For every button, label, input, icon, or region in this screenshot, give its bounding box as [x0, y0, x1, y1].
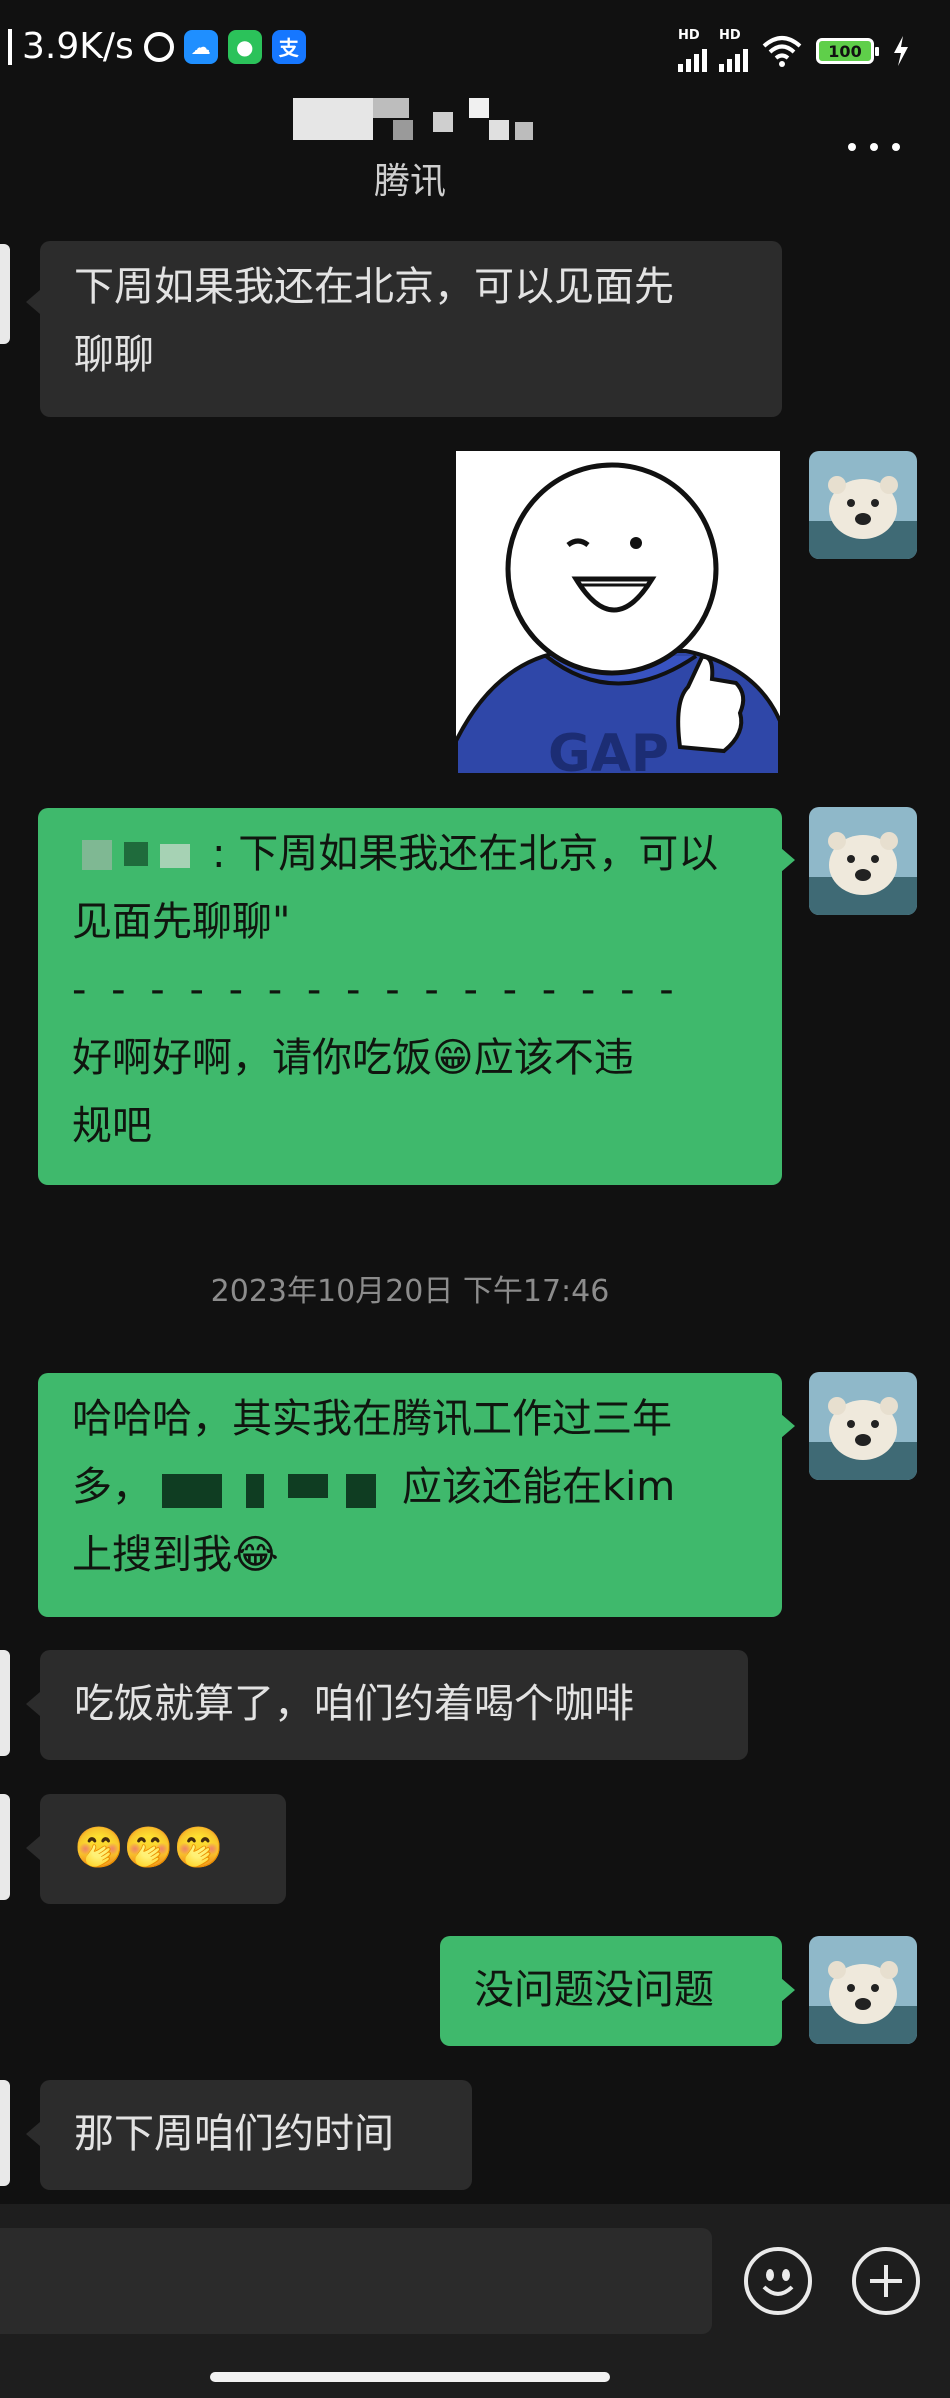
battery-level: 100 — [828, 41, 862, 61]
bubble-tail — [26, 290, 40, 314]
message-bubble-incoming[interactable]: 🤭🤭🤭 — [40, 1794, 286, 1904]
signal-bars-icon — [678, 42, 707, 72]
polar-bear-avatar-icon — [809, 807, 917, 915]
emoji-smile-icon — [762, 2269, 794, 2296]
redacted-text-blurred — [162, 1464, 392, 1510]
quote-line: : 下周如果我还在北京，可以 — [72, 820, 748, 888]
sticker-message[interactable]: GAP — [456, 451, 780, 775]
signal-2: HD — [719, 28, 748, 72]
message-bubble-incoming[interactable]: 下周如果我还在北京，可以见面先 聊聊 — [40, 241, 782, 417]
hd-label-1: HD — [678, 28, 700, 43]
bubble-tail — [26, 2122, 40, 2146]
reply-text: 好啊好啊，请你吃饭 — [72, 1035, 432, 1081]
alipay-icon: 支 — [271, 29, 306, 64]
bubble-tail — [781, 1978, 795, 2002]
my-avatar[interactable] — [809, 807, 917, 915]
network-speed: 3.9K/s — [22, 26, 134, 67]
message-text: 多， — [72, 1464, 152, 1510]
message-text: 应该还能在kim — [402, 1464, 676, 1510]
my-avatar[interactable] — [809, 451, 917, 559]
polar-bear-avatar-icon — [809, 1936, 917, 2044]
contact-avatar-edge[interactable] — [0, 2080, 10, 2186]
laughing-emoji: 😂 — [232, 1532, 279, 1578]
my-avatar[interactable] — [809, 1372, 917, 1480]
quote-divider: - - - - - - - - - - - - - - - - — [72, 967, 680, 1013]
status-bar-right: HD HD 100 — [678, 28, 910, 72]
more-options-icon[interactable] — [848, 136, 900, 158]
contact-avatar-edge[interactable] — [0, 244, 10, 344]
emoji-button[interactable] — [744, 2247, 812, 2315]
message-bubble-outgoing[interactable]: 没问题没问题 — [440, 1936, 782, 2046]
wechat-icon: ● — [227, 29, 262, 64]
battery-icon: 100 — [816, 38, 879, 64]
quoted-text-line2: 见面先聊聊" — [72, 899, 291, 945]
message-bubble-outgoing-quote[interactable]: : 下周如果我还在北京，可以 见面先聊聊" - - - - - - - - - … — [38, 808, 782, 1185]
polar-bear-avatar-icon — [809, 451, 917, 559]
plus-icon — [870, 2265, 902, 2297]
message-bubble-incoming[interactable]: 那下周咱们约时间 — [40, 2080, 472, 2190]
grin-emoji: 😁 — [432, 1035, 474, 1081]
bubble-tail — [26, 1836, 40, 1860]
home-indicator[interactable] — [210, 2372, 610, 2382]
contact-subtitle: 腾讯 — [373, 161, 446, 202]
bubble-tail — [781, 1414, 795, 1438]
status-bar-left: 3.9K/s ☁ ● 支 — [8, 26, 306, 67]
hd-label-2: HD — [719, 28, 741, 43]
contact-name-blurred — [293, 98, 533, 140]
bubble-tail — [781, 848, 795, 872]
my-avatar[interactable] — [809, 1936, 917, 2044]
message-text: 上搜到我 — [72, 1532, 232, 1578]
bubble-tail — [26, 1692, 40, 1716]
message-text-line: 多， 应该还能在kim — [72, 1453, 748, 1521]
quoted-text: : 下周如果我还在北京，可以 — [212, 831, 719, 877]
reply-text-line: 好啊好啊，请你吃饭😁应该不违 — [72, 1024, 748, 1092]
signal-1: HD — [678, 28, 707, 72]
hand-over-mouth-emoji: 🤭🤭🤭 — [74, 1825, 224, 1871]
message-input[interactable] — [0, 2228, 712, 2334]
message-text-line: 哈哈哈，其实我在腾讯工作过三年 — [72, 1396, 672, 1442]
status-separator — [8, 28, 12, 65]
message-text-line: 聊聊 — [74, 332, 154, 378]
thumbs-up-hoodie-sticker: GAP — [456, 451, 780, 775]
reply-text: 应该不违 — [473, 1035, 634, 1081]
svg-text:GAP: GAP — [548, 724, 669, 775]
contact-avatar-edge[interactable] — [0, 1794, 10, 1900]
message-text: 那下周咱们约时间 — [74, 2111, 394, 2157]
cloud-app-icon: ☁ — [183, 29, 218, 64]
message-text: 没问题没问题 — [474, 1967, 714, 2013]
quoted-name-blurred — [72, 834, 212, 874]
wifi-icon — [762, 36, 802, 67]
message-text-line: 上搜到我😂 — [72, 1521, 748, 1589]
timestamp: 2023年10月20日 下午17:46 — [210, 1274, 610, 1309]
message-text-line: 下周如果我还在北京，可以见面先 — [74, 264, 674, 310]
alarm-icon — [143, 31, 174, 62]
message-bubble-outgoing[interactable]: 哈哈哈，其实我在腾讯工作过三年 多， 应该还能在kim 上搜到我😂 — [38, 1373, 782, 1617]
charging-icon — [894, 36, 908, 66]
contact-avatar-edge[interactable] — [0, 1650, 10, 1756]
signal-bars-icon — [719, 42, 748, 72]
message-text: 吃饭就算了，咱们约着喝个咖啡 — [74, 1681, 634, 1727]
reply-text-line2: 规吧 — [72, 1103, 152, 1149]
message-bubble-incoming[interactable]: 吃饭就算了，咱们约着喝个咖啡 — [40, 1650, 748, 1760]
plus-button[interactable] — [852, 2247, 920, 2315]
polar-bear-avatar-icon — [809, 1372, 917, 1480]
